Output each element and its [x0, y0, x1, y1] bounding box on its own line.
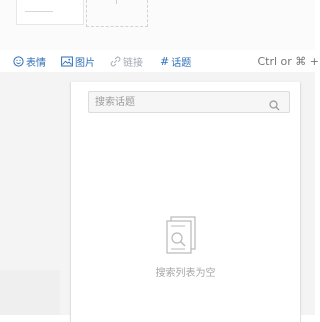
- smiley-icon: [13, 55, 24, 67]
- topic-search-input[interactable]: [95, 94, 255, 110]
- empty-list-icon: [166, 216, 196, 254]
- hash-icon: #: [160, 54, 170, 68]
- thumbnail-line: [25, 11, 53, 12]
- search-icon[interactable]: [269, 96, 280, 115]
- image-icon: [61, 56, 73, 66]
- upload-slot[interactable]: [86, 0, 148, 27]
- link-button[interactable]: 链接: [110, 53, 143, 69]
- composer-media-area: [0, 0, 315, 51]
- topic-search-box: [88, 91, 290, 113]
- topic-search-panel: 搜索列表为空: [70, 82, 301, 322]
- image-button[interactable]: 图片: [61, 53, 95, 69]
- side-column: [0, 270, 60, 315]
- composer-toolbar: 表情 图片 链接 # 话题 Ctrl or ⌘ +: [0, 50, 319, 72]
- emoji-label: 表情: [26, 57, 46, 69]
- emoji-button[interactable]: 表情: [13, 53, 46, 69]
- link-icon: [110, 56, 121, 66]
- upload-slot-mark: [116, 0, 117, 4]
- empty-state-text: 搜索列表为空: [155, 268, 216, 279]
- topic-button[interactable]: # 话题: [160, 53, 191, 69]
- image-label: 图片: [75, 57, 95, 69]
- link-label: 链接: [123, 57, 143, 69]
- topic-label: 话题: [171, 57, 192, 69]
- attachment-thumbnail[interactable]: [16, 0, 84, 25]
- shortcut-hint: Ctrl or ⌘ +: [257, 54, 319, 68]
